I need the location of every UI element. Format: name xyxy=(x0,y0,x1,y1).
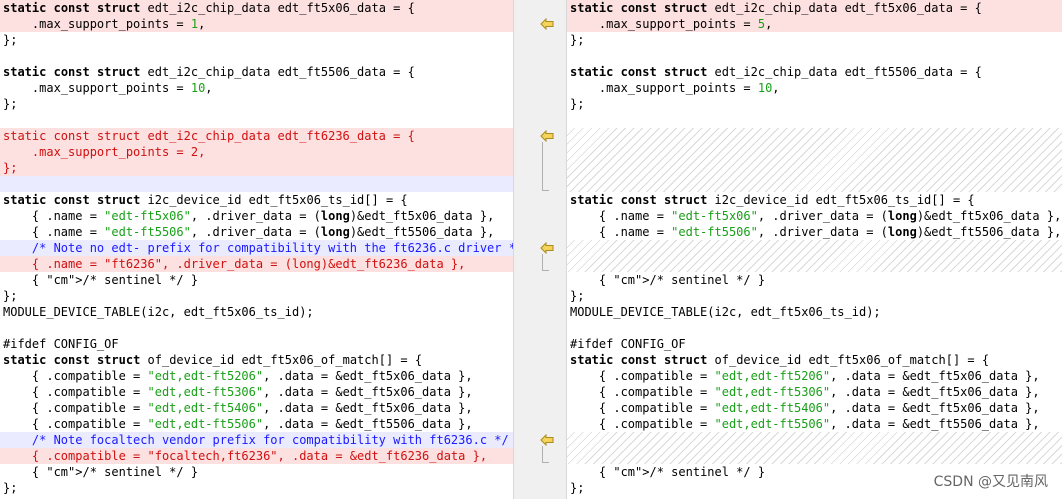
right-code-line: }; xyxy=(570,289,585,303)
change-block-bracket xyxy=(542,446,549,463)
left-code-line: { .compatible = "focaltech,ft6236", .dat… xyxy=(0,448,513,464)
right-code-line: static const struct i2c_device_id edt_ft… xyxy=(570,193,975,207)
left-code-line: #ifdef CONFIG_OF xyxy=(3,337,119,351)
left-code-line: static const struct edt_i2c_chip_data ed… xyxy=(3,65,415,79)
left-code-line: { .compatible = "edt,edt-ft5206", .data … xyxy=(3,369,473,383)
left-code-line: }; xyxy=(3,97,18,111)
left-code-line: /* Note no edt- prefix for compatibility… xyxy=(0,240,513,256)
left-code-line xyxy=(0,320,513,336)
right-code-line: }; xyxy=(570,97,585,111)
right-code-line: .max_support_points = 5, xyxy=(567,16,1062,32)
left-code-line: { .compatible = "edt,edt-ft5506", .data … xyxy=(3,417,473,431)
left-code-line: .max_support_points = 2, xyxy=(0,144,513,160)
right-code-line: .max_support_points = 10, xyxy=(570,81,780,95)
left-code-line: .max_support_points = 1, xyxy=(0,16,513,32)
right-code-line xyxy=(567,112,1062,128)
left-code-line: { .name = "ft6236", .driver_data = (long… xyxy=(0,256,513,272)
right-code-line: { .name = "edt-ft5x06", .driver_data = (… xyxy=(570,209,1062,223)
right-code-line: static const struct edt_i2c_chip_data ed… xyxy=(570,65,982,79)
right-code-line: { .name = "edt-ft5506", .driver_data = (… xyxy=(570,225,1062,239)
left-file-pane[interactable]: static const struct edt_i2c_chip_data ed… xyxy=(0,0,513,499)
change-block-bracket xyxy=(542,142,549,191)
missing-lines-placeholder xyxy=(567,240,1062,272)
right-code-line: { .compatible = "edt,edt-ft5206", .data … xyxy=(570,369,1040,383)
change-block-bracket xyxy=(542,254,549,271)
right-code-line: static const struct edt_i2c_chip_data ed… xyxy=(567,0,1062,16)
right-code-line: }; xyxy=(570,33,585,47)
left-code-line: { "cm">/* sentinel */ } xyxy=(3,465,199,479)
copy-left-arrow-icon[interactable] xyxy=(540,242,554,254)
left-code-line: { .name = "edt-ft5506", .driver_data = (… xyxy=(3,225,495,239)
right-code-line xyxy=(567,320,1062,336)
left-code-line xyxy=(0,48,513,64)
left-code-line: }; xyxy=(0,160,513,176)
left-code-line: { "cm">/* sentinel */ } xyxy=(3,273,199,287)
right-code-line: { .compatible = "edt,edt-ft5306", .data … xyxy=(570,385,1040,399)
right-code-line: MODULE_DEVICE_TABLE(i2c, edt_ft5x06_ts_i… xyxy=(570,305,881,319)
left-code-line: /* Note focaltech vendor prefix for comp… xyxy=(0,432,513,448)
left-code-line: }; xyxy=(3,33,18,47)
left-code-line: static const struct edt_i2c_chip_data ed… xyxy=(0,0,513,16)
left-code-line: }; xyxy=(3,289,18,303)
copy-left-arrow-icon[interactable] xyxy=(540,130,554,142)
watermark: CSDN @又见南风 xyxy=(933,474,1048,490)
missing-lines-placeholder xyxy=(567,128,1062,192)
left-code-line xyxy=(0,112,513,128)
copy-left-arrow-icon[interactable] xyxy=(540,18,554,30)
right-code-line: #ifdef CONFIG_OF xyxy=(570,337,686,351)
left-code-line: { .name = "edt-ft5x06", .driver_data = (… xyxy=(3,209,495,223)
right-code-line: { .compatible = "edt,edt-ft5506", .data … xyxy=(570,417,1040,431)
left-code-line: { .compatible = "edt,edt-ft5306", .data … xyxy=(3,385,473,399)
right-code-line: static const struct of_device_id edt_ft5… xyxy=(570,353,990,367)
left-code-line: static const struct edt_i2c_chip_data ed… xyxy=(0,128,513,144)
left-code-line: static const struct i2c_device_id edt_ft… xyxy=(3,193,408,207)
left-code-line: MODULE_DEVICE_TABLE(i2c, edt_ft5x06_ts_i… xyxy=(3,305,314,319)
right-file-pane[interactable]: static const struct edt_i2c_chip_data ed… xyxy=(567,0,1062,499)
right-code-line: { .compatible = "edt,edt-ft5406", .data … xyxy=(570,401,1040,415)
left-code-line xyxy=(0,176,513,192)
copy-left-arrow-icon[interactable] xyxy=(540,434,554,446)
missing-lines-placeholder xyxy=(567,432,1062,464)
diff-gutter xyxy=(513,0,567,499)
left-code-line: { .compatible = "edt,edt-ft5406", .data … xyxy=(3,401,473,415)
left-code-line: static const struct of_device_id edt_ft5… xyxy=(3,353,423,367)
right-code-line: { "cm">/* sentinel */ } xyxy=(570,273,766,287)
right-code-line xyxy=(567,48,1062,64)
left-code-line: }; xyxy=(3,481,18,495)
left-code-line: .max_support_points = 10, xyxy=(3,81,213,95)
